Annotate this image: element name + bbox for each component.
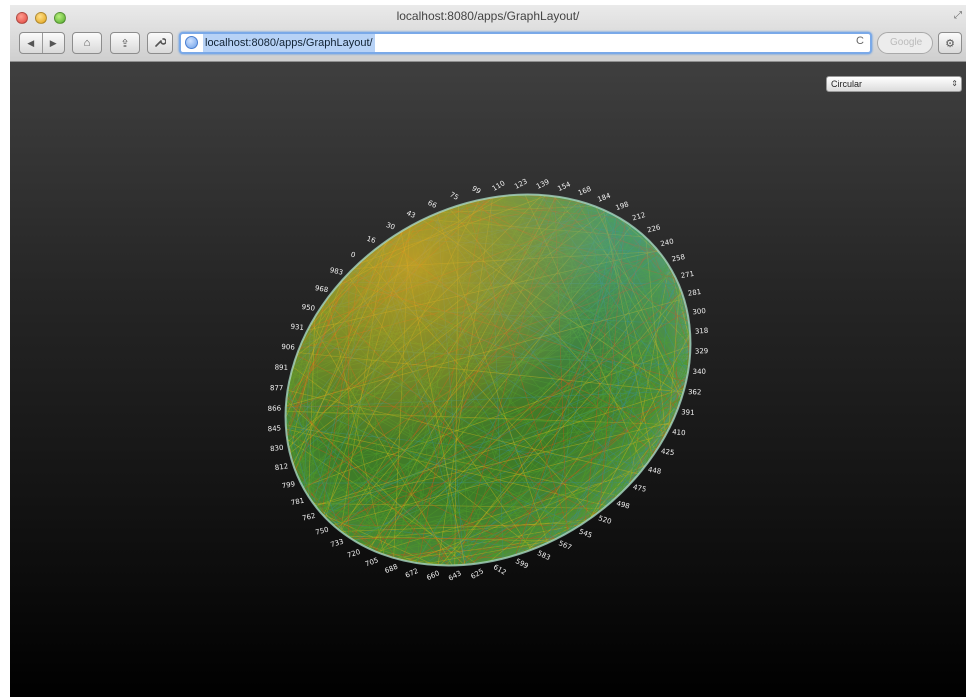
node-label: 799 (281, 480, 296, 490)
node-label: 891 (275, 364, 289, 372)
node-label: 16 (366, 235, 377, 245)
home-icon: ⌂ (83, 37, 91, 49)
node-label: 672 (404, 567, 419, 580)
graph-canvas[interactable]: 931 950 968 983 0 16 30 43 66 75 99 110 123 139 154 168… (10, 62, 966, 697)
node-label: 983 (329, 266, 344, 277)
node-label: 812 (274, 462, 288, 472)
node-label: 583 (536, 549, 552, 562)
node-label: 448 (647, 466, 662, 476)
node-label: 720 (346, 548, 361, 560)
node-label: 866 (268, 404, 282, 413)
share-button[interactable]: ⇪ (110, 32, 140, 54)
node-label: 271 (680, 270, 695, 280)
back-button[interactable]: ◀ (20, 33, 42, 53)
node-label: 545 (578, 528, 593, 540)
node-label: 475 (632, 483, 647, 494)
node-label: 950 (301, 303, 315, 313)
node-label: 30 (385, 221, 396, 232)
address-bar[interactable]: localhost:8080/apps/GraphLayout/ C (179, 32, 872, 54)
node-label: 281 (687, 288, 701, 298)
node-label: 567 (557, 539, 572, 552)
search-input[interactable]: Google (877, 32, 933, 54)
node-label: 123 (513, 177, 529, 190)
browser-window: localhost:8080/apps/GraphLayout/ ⤢ ◀ ▶ ⌂… (10, 5, 966, 697)
node-label: 43 (405, 209, 416, 220)
url-text[interactable]: localhost:8080/apps/GraphLayout/ (203, 34, 375, 52)
node-label: 625 (470, 567, 486, 581)
node-label: 75 (448, 191, 460, 202)
node-label: 906 (281, 343, 295, 352)
node-label: 226 (646, 223, 661, 234)
back-forward-buttons: ◀ ▶ (19, 32, 65, 54)
node-label: 410 (672, 428, 686, 437)
node-label: 781 (290, 497, 305, 507)
home-button[interactable]: ⌂ (72, 32, 102, 54)
node-label: 877 (270, 384, 283, 392)
node-label: 258 (671, 253, 686, 263)
node-label: 362 (688, 388, 702, 396)
tools-button[interactable] (147, 32, 173, 54)
graph-visualization: 931 950 968983 0 16 30 43 66 75 99 110 123 139 154 168… (267, 177, 709, 582)
node-label: 329 (695, 347, 709, 356)
globe-icon (185, 36, 198, 49)
node-label: 733 (330, 538, 345, 549)
node-label: 425 (661, 447, 675, 457)
node-label: 198 (615, 200, 630, 212)
node-label: 750 (315, 526, 330, 537)
node-label: 154 (556, 180, 572, 193)
node-label: 168 (577, 185, 592, 197)
window-title: localhost:8080/apps/GraphLayout/ (396, 9, 580, 23)
node-label: 99 (470, 184, 482, 195)
node-label: 66 (426, 199, 438, 210)
node-label: 643 (447, 569, 463, 582)
node-label: 391 (681, 408, 695, 417)
node-label: 688 (384, 563, 399, 575)
node-label: 184 (596, 191, 612, 203)
wrench-icon (154, 36, 167, 51)
node-label: 0 (350, 251, 356, 260)
node-label: 599 (514, 557, 530, 570)
node-label: 498 (616, 499, 631, 510)
node-label: 110 (491, 179, 507, 193)
node-label: 612 (492, 563, 508, 577)
node-label: 139 (535, 178, 551, 191)
node-label: 660 (425, 569, 441, 582)
share-icon: ⇪ (120, 37, 130, 50)
forward-button[interactable]: ▶ (41, 33, 65, 53)
node-label: 318 (695, 327, 709, 336)
layout-select-value: Circular (831, 79, 863, 89)
node-label: 931 (290, 323, 304, 332)
select-arrows-icon: ⇕ (951, 79, 958, 88)
node-label: 300 (692, 307, 706, 316)
node-label: 240 (660, 237, 675, 248)
node-label: 705 (364, 556, 379, 568)
node-label: 520 (597, 514, 612, 526)
node-label: 830 (270, 444, 284, 453)
node-label: 762 (301, 512, 316, 523)
browser-titlebar: localhost:8080/apps/GraphLayout/ ⤢ ◀ ▶ ⌂… (10, 5, 966, 62)
node-label: 212 (631, 211, 646, 222)
node-label: 340 (693, 368, 706, 376)
node-label: 845 (267, 424, 281, 433)
gear-icon: ⚙ (945, 37, 955, 50)
fullscreen-icon[interactable]: ⤢ (954, 10, 962, 21)
settings-button[interactable]: ⚙ (938, 32, 962, 54)
layout-select[interactable]: Circular ⇕ (826, 76, 962, 92)
node-label: 968 (314, 284, 329, 294)
reload-icon[interactable]: C (856, 35, 864, 47)
